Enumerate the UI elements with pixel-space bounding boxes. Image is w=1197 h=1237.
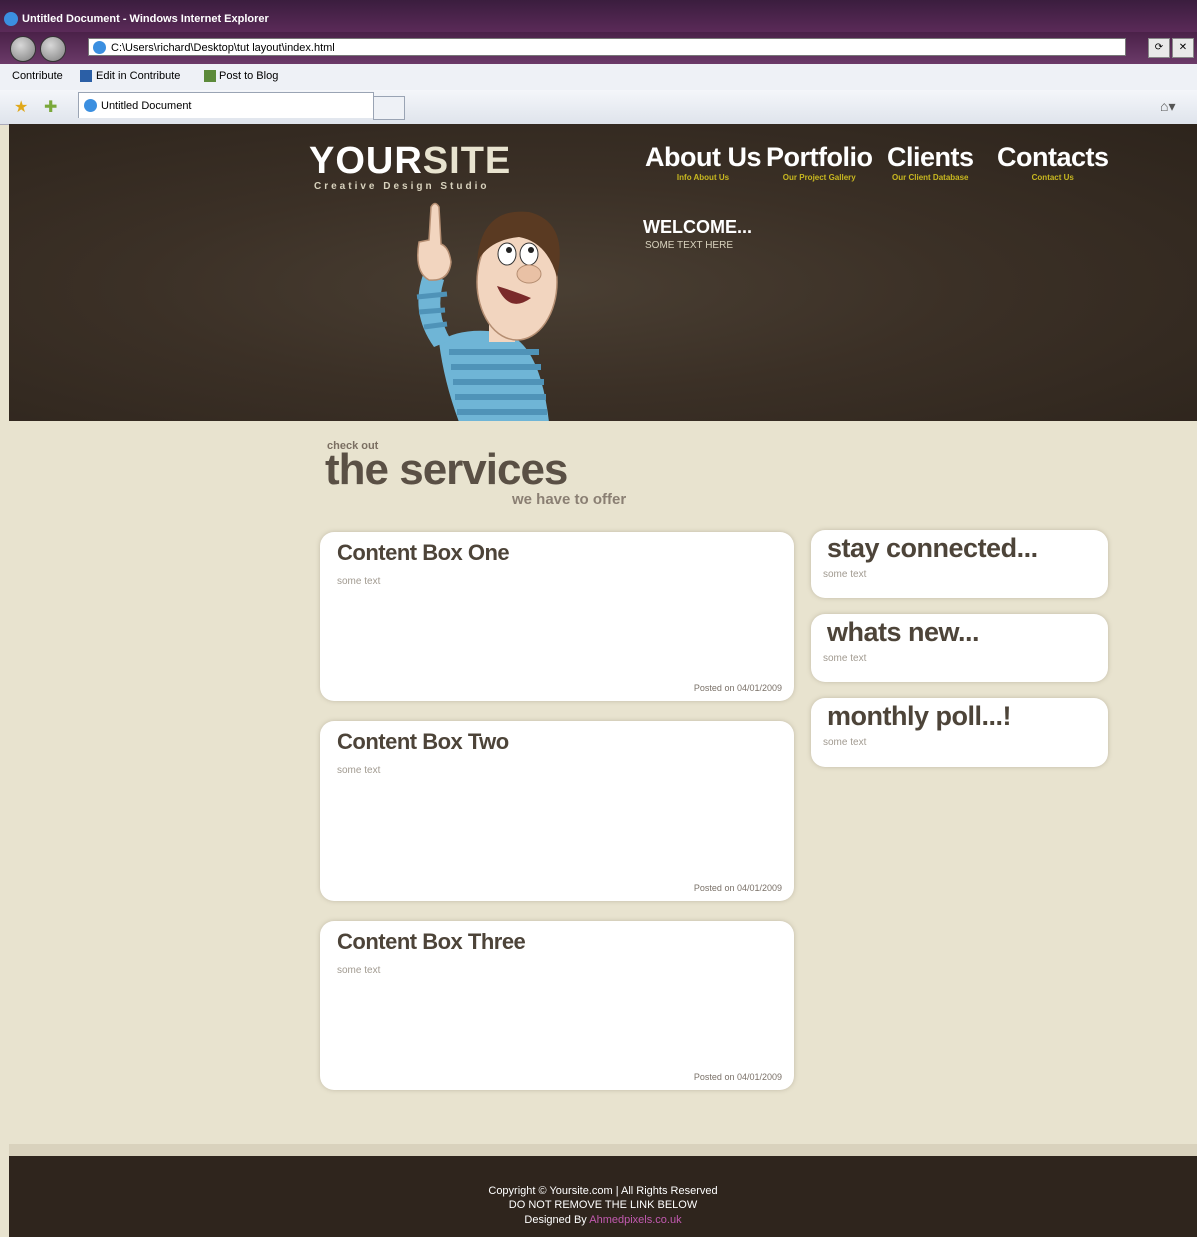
- edit-in-contribute-button[interactable]: Edit in Contribute: [96, 70, 180, 82]
- contribute-button[interactable]: Contribute: [12, 70, 63, 82]
- blog-icon: [204, 70, 216, 82]
- ie-icon: [4, 12, 18, 26]
- content-box-posted-date: Posted on 04/01/2009: [693, 883, 782, 893]
- tab-untitled-document[interactable]: Untitled Document: [78, 92, 374, 118]
- address-text: C:\Users\richard\Desktop\tut layout\inde…: [111, 42, 335, 54]
- footer-divider: [9, 1144, 1197, 1156]
- address-bar[interactable]: C:\Users\richard\Desktop\tut layout\inde…: [88, 38, 1126, 56]
- logo-accent: SITE: [422, 140, 512, 182]
- nav-label: Clients: [887, 142, 974, 172]
- contribute-icon: [80, 70, 92, 82]
- cartoon-mascot-illustration: [416, 202, 560, 421]
- content-box-three: Content Box Three some text Posted on 04…: [320, 921, 794, 1090]
- command-bar: Contribute Edit in Contribute Post to Bl…: [0, 64, 1197, 91]
- content-box-one: Content Box One some text Posted on 04/0…: [320, 532, 794, 701]
- nav-about-us[interactable]: About Us Info About Us: [645, 142, 761, 183]
- stop-icon[interactable]: ✕: [1172, 38, 1194, 58]
- side-box-text: some text: [823, 653, 867, 664]
- nav-label: Contacts: [997, 142, 1109, 172]
- nav-label: Portfolio: [766, 142, 873, 172]
- welcome-subtext: SOME TEXT HERE: [645, 240, 733, 251]
- tab-bar: ★ ✚ Untitled Document ⌂▾: [0, 90, 1197, 125]
- content-box-title: Content Box Two: [337, 729, 509, 754]
- side-box-text: some text: [823, 737, 867, 748]
- nav-contacts[interactable]: Contacts Contact Us: [997, 142, 1109, 183]
- nav-sublabel: Info About Us: [676, 173, 730, 182]
- side-box-monthly-poll: monthly poll...! some text: [811, 698, 1108, 767]
- refresh-icon[interactable]: ⟳: [1148, 38, 1170, 58]
- footer-designed-by: Designed By Ahmedpixels.co.uk: [9, 1214, 1197, 1226]
- side-box-title: whats new...: [827, 617, 980, 647]
- content-box-text: some text: [337, 576, 381, 587]
- site-logo[interactable]: YOURSITE: [309, 142, 511, 180]
- nav-portfolio[interactable]: Portfolio Our Project Gallery: [766, 142, 873, 183]
- nav-sublabel: Our Project Gallery: [782, 173, 856, 182]
- content-box-two: Content Box Two some text Posted on 04/0…: [320, 721, 794, 901]
- logo-tagline: Creative Design Studio: [314, 181, 490, 192]
- welcome-heading: WELCOME...: [643, 217, 752, 237]
- new-tab-button[interactable]: [373, 96, 405, 120]
- back-icon[interactable]: [10, 36, 36, 62]
- page-icon: [84, 99, 97, 112]
- content-box-posted-date: Posted on 04/01/2009: [693, 1072, 782, 1082]
- logo-main: YOUR: [309, 140, 423, 182]
- nav-sublabel: Contact Us: [1031, 173, 1074, 182]
- site-header: YOURSITE Creative Design Studio About Us…: [9, 124, 1197, 421]
- side-box-title: stay connected...: [827, 533, 1038, 563]
- tab-label: Untitled Document: [101, 100, 192, 112]
- services-subtitle: we have to offer: [512, 491, 627, 508]
- home-icon[interactable]: ⌂▾: [1160, 98, 1175, 115]
- footer-notice: DO NOT REMOVE THE LINK BELOW: [508, 1199, 698, 1211]
- favorites-star-icon[interactable]: ★: [14, 97, 28, 117]
- content-box-text: some text: [337, 965, 381, 976]
- services-title: the services: [325, 445, 568, 494]
- page-icon: [93, 41, 106, 54]
- footer-copyright: Copyright © Yoursite.com | All Rights Re…: [488, 1185, 718, 1197]
- content-box-title: Content Box One: [337, 540, 510, 565]
- content-box-text: some text: [337, 765, 381, 776]
- nav-sublabel: Our Client Database: [892, 173, 969, 182]
- nav-clients[interactable]: Clients Our Client Database: [887, 142, 974, 183]
- post-to-blog-button[interactable]: Post to Blog: [219, 70, 278, 82]
- forward-icon[interactable]: [40, 36, 66, 62]
- designer-link[interactable]: Ahmedpixels.co.uk: [589, 1214, 681, 1226]
- side-box-whats-new: whats new... some text: [811, 614, 1108, 682]
- address-row: C:\Users\richard\Desktop\tut layout\inde…: [0, 32, 1197, 64]
- side-box-title: monthly poll...!: [827, 701, 1011, 731]
- add-favorites-icon[interactable]: ✚: [44, 97, 57, 117]
- side-box-stay-connected: stay connected... some text: [811, 530, 1108, 598]
- nav-label: About Us: [645, 142, 761, 172]
- content-box-posted-date: Posted on 04/01/2009: [693, 683, 782, 693]
- designed-by-label: Designed By: [524, 1214, 587, 1226]
- content-box-title: Content Box Three: [337, 929, 526, 954]
- window-titlebar: Untitled Document - Windows Internet Exp…: [0, 0, 1197, 32]
- window-title: Untitled Document - Windows Internet Exp…: [22, 13, 269, 25]
- side-box-text: some text: [823, 569, 867, 580]
- site-footer: Copyright © Yoursite.com | All Rights Re…: [9, 1156, 1197, 1237]
